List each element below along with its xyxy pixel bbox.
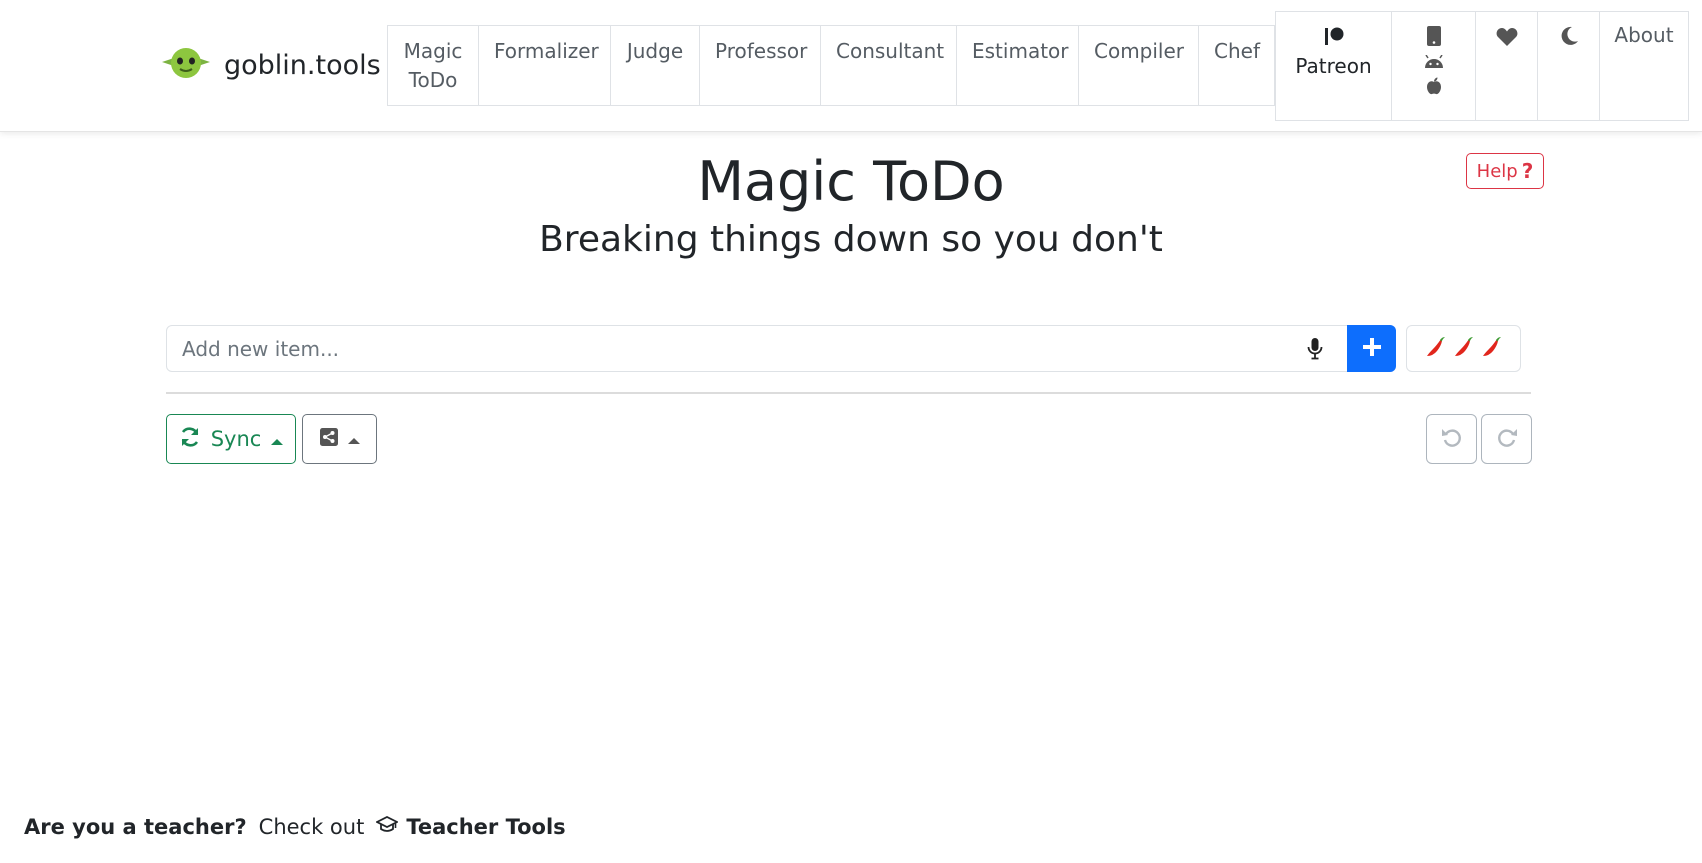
page-title: Magic ToDo xyxy=(697,150,1005,213)
nav-item-consultant[interactable]: Consultant xyxy=(820,25,956,106)
chili-pepper-icon xyxy=(1452,335,1476,363)
nav-label: Compiler xyxy=(1094,39,1185,63)
brand[interactable]: goblin.tools xyxy=(160,46,381,84)
nav-item-judge[interactable]: Judge xyxy=(610,25,699,106)
undo-icon xyxy=(1441,426,1463,452)
goblin-face-icon xyxy=(160,46,212,84)
android-icon xyxy=(1392,54,1475,73)
nav-label: Judge xyxy=(626,39,684,63)
nav-label: Estimator xyxy=(972,39,1069,63)
chili-pepper-icon xyxy=(1480,335,1504,363)
nav-label: Formalizer xyxy=(494,39,599,63)
dark-mode-toggle[interactable] xyxy=(1537,11,1599,121)
nav-item-magic-todo[interactable]: Magic ToDo xyxy=(387,25,478,106)
teacher-tools-link[interactable]: Teacher Tools xyxy=(375,815,566,839)
graduation-cap-icon xyxy=(375,815,400,839)
brand-name: goblin.tools xyxy=(224,49,381,81)
patreon-link[interactable]: Patreon xyxy=(1275,11,1391,121)
question-icon: ? xyxy=(1521,159,1534,183)
add-item-button[interactable] xyxy=(1347,325,1396,372)
teacher-question: Are you a teacher? xyxy=(24,815,247,839)
undo-button[interactable] xyxy=(1426,414,1477,464)
spiciness-button[interactable] xyxy=(1406,325,1521,372)
mobile-icon xyxy=(1392,26,1475,50)
redo-button[interactable] xyxy=(1481,414,1532,464)
nav-label: Chef xyxy=(1214,39,1260,63)
new-item-input-group xyxy=(166,325,1396,372)
help-button[interactable]: Help ? xyxy=(1466,153,1544,189)
share-icon xyxy=(319,428,338,450)
sync-button[interactable]: Sync xyxy=(166,414,296,464)
share-button[interactable] xyxy=(302,414,377,464)
top-navbar: goblin.tools Magic ToDo Formalizer Judge… xyxy=(0,0,1702,132)
help-label: Help xyxy=(1476,160,1518,182)
nav-item-professor[interactable]: Professor xyxy=(699,25,820,106)
nav-item-compiler[interactable]: Compiler xyxy=(1078,25,1198,106)
patreon-label: Patreon xyxy=(1295,54,1372,78)
new-item-input[interactable] xyxy=(167,326,1297,371)
page-subtitle: Breaking things down so you don't xyxy=(539,219,1163,260)
heart-icon xyxy=(1476,27,1537,51)
patreon-icon xyxy=(1276,25,1391,51)
donate-link[interactable] xyxy=(1475,11,1537,121)
about-label: About xyxy=(1614,23,1674,47)
nav-item-estimator[interactable]: Estimator xyxy=(956,25,1078,106)
apps-link[interactable] xyxy=(1391,11,1475,121)
teacher-footer: Are you a teacher? Check out Teacher Too… xyxy=(24,815,566,839)
apple-icon xyxy=(1392,77,1475,99)
microphone-icon[interactable] xyxy=(1307,338,1323,364)
caret-up-icon xyxy=(347,430,360,449)
moon-icon xyxy=(1538,26,1599,50)
check-out-text: Check out xyxy=(258,815,365,839)
teacher-tools-label: Teacher Tools xyxy=(406,815,566,839)
nav-label-line2: ToDo xyxy=(408,68,458,92)
redo-icon xyxy=(1496,426,1518,452)
sync-label: Sync xyxy=(210,427,262,451)
nav-item-chef[interactable]: Chef xyxy=(1198,25,1275,106)
nav-label-line1: Magic xyxy=(403,39,463,63)
divider xyxy=(166,392,1531,394)
about-link[interactable]: About xyxy=(1599,11,1689,121)
nav-item-formalizer[interactable]: Formalizer xyxy=(478,25,610,106)
chili-pepper-icon xyxy=(1424,335,1448,363)
sync-icon xyxy=(179,426,201,453)
nav-label: Professor xyxy=(715,39,808,63)
nav-label: Consultant xyxy=(836,39,945,63)
caret-up-icon xyxy=(271,427,284,451)
plus-icon xyxy=(1362,337,1381,360)
